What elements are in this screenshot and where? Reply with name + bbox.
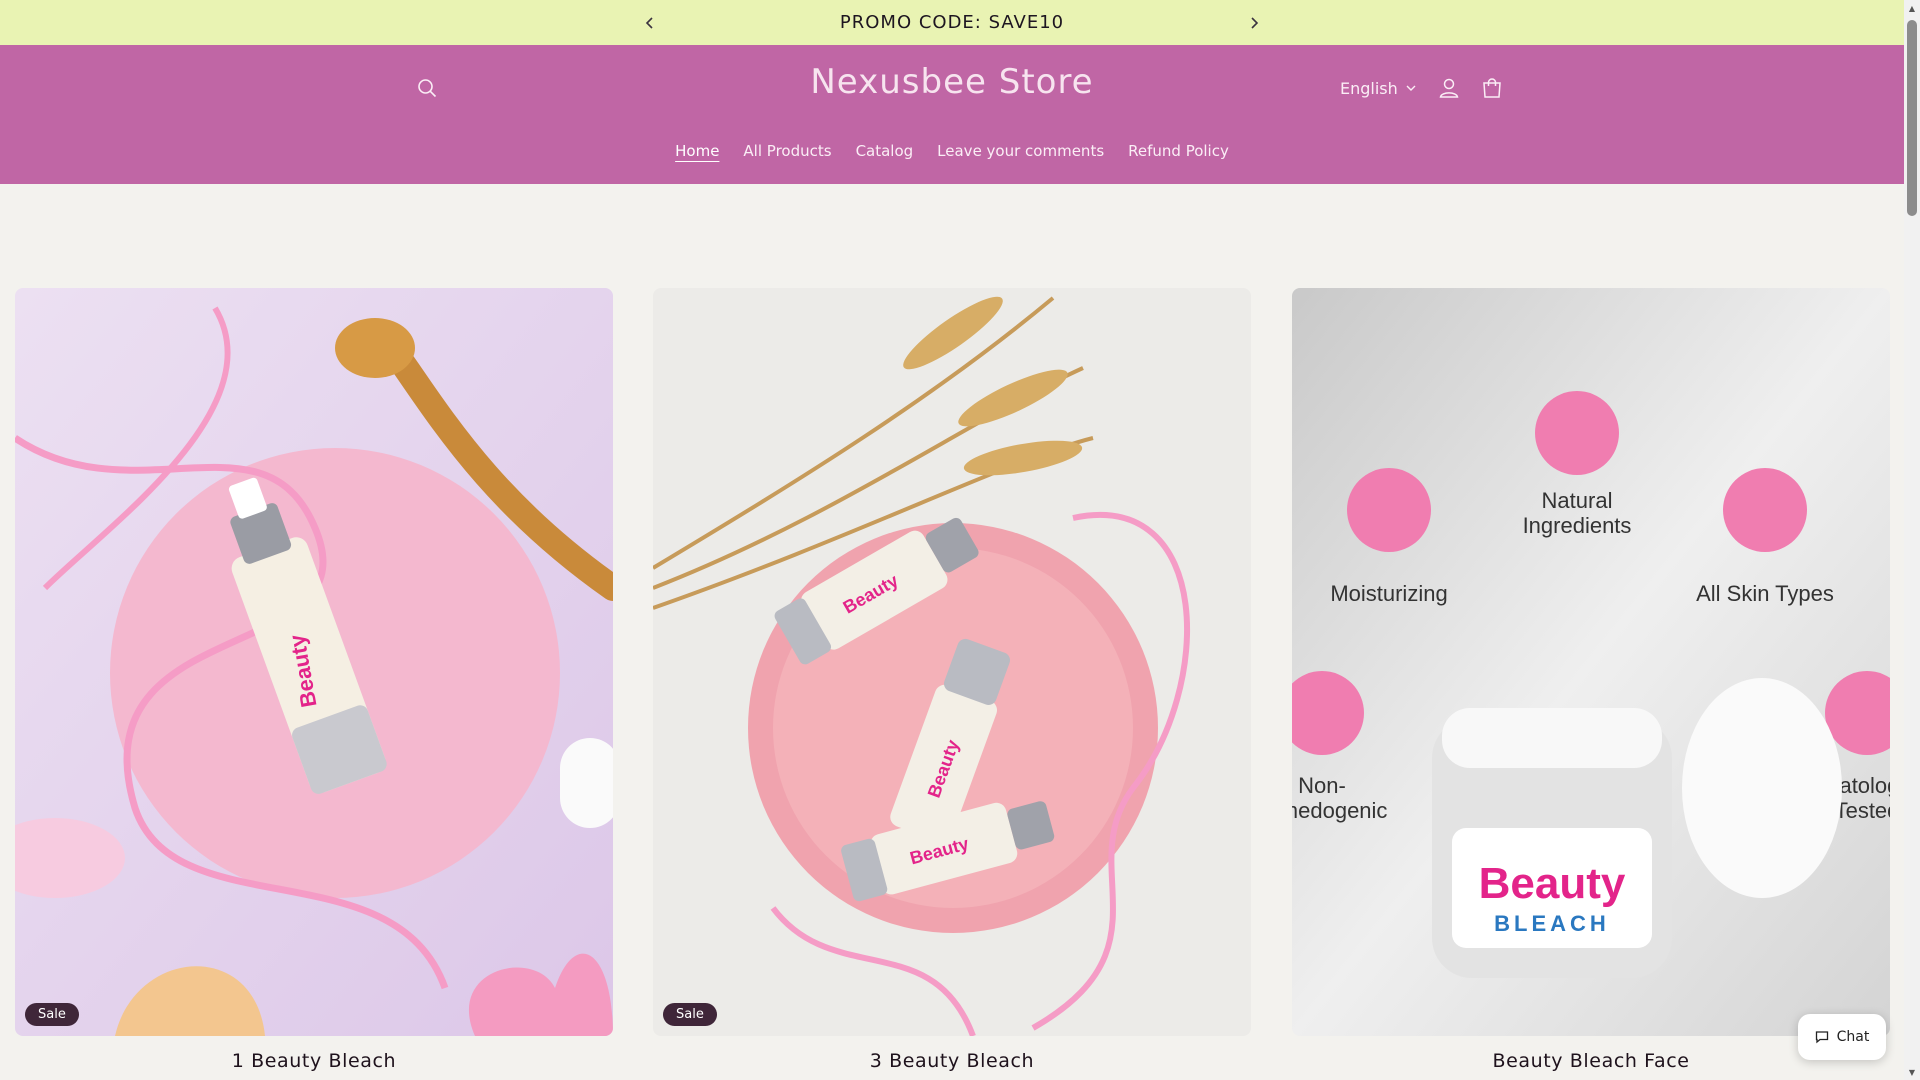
nav-item-comments[interactable]: Leave your comments: [937, 138, 1104, 164]
header-top: Nexusbee Store English: [0, 45, 1904, 131]
sale-badge: Sale: [25, 1003, 79, 1026]
chevron-right-icon: [1251, 16, 1259, 29]
announcement-text: PROMO CODE: SAVE10: [839, 12, 1065, 33]
svg-text:Tested: Tested: [1835, 798, 1890, 823]
nav-item-home[interactable]: Home: [675, 138, 719, 164]
feature-natural-ingredients: Natural: [1542, 488, 1613, 513]
account-icon: [1439, 78, 1459, 98]
feature-moisturizing: Moisturizing: [1330, 581, 1447, 606]
svg-text:BLEACH: BLEACH: [1494, 911, 1610, 936]
scroll-down-arrow[interactable]: ▼: [1904, 1064, 1920, 1080]
feature-all-skin-types: All Skin Types: [1696, 581, 1834, 606]
svg-text:comedogenic: comedogenic: [1292, 798, 1387, 823]
announcement-next-button[interactable]: [1232, 1, 1276, 45]
product-card[interactable]: Natural Ingredients Moisturizing All Ski…: [1292, 288, 1890, 1078]
site-header: Nexusbee Store English Home All Products…: [0, 45, 1904, 184]
nav-item-all-products[interactable]: All Products: [743, 138, 831, 164]
chat-button[interactable]: Chat: [1798, 1014, 1886, 1060]
chevron-left-icon: [645, 16, 653, 29]
product-card[interactable]: Beauty Sale 1 Beauty Bleach: [15, 288, 613, 1078]
announcement-bar: PROMO CODE: SAVE10: [0, 0, 1904, 45]
scroll-up-arrow[interactable]: ▲: [1904, 0, 1920, 16]
nav-item-catalog[interactable]: Catalog: [856, 138, 914, 164]
scroll-thumb[interactable]: [1907, 20, 1917, 216]
feature-non-comedogenic: Non-: [1298, 773, 1346, 798]
language-label: English: [1340, 78, 1398, 98]
svg-text:Ingredients: Ingredients: [1523, 513, 1632, 538]
cart-icon: [1483, 78, 1501, 98]
nav-item-refund-policy[interactable]: Refund Policy: [1128, 138, 1229, 164]
chat-icon: [1815, 1031, 1828, 1044]
product-name[interactable]: 1 Beauty Bleach: [15, 1050, 613, 1072]
page-scrollbar[interactable]: ▲ ▼: [1904, 0, 1920, 1080]
chat-label: Chat: [1836, 1029, 1870, 1045]
product-name[interactable]: 3 Beauty Bleach: [653, 1050, 1251, 1072]
sale-badge: Sale: [663, 1003, 717, 1026]
product-image: Beauty Sale: [15, 288, 613, 1036]
chevron-down-icon: [1406, 85, 1416, 91]
main-nav: Home All Products Catalog Leave your com…: [0, 131, 1904, 171]
product-image: Beauty Beauty Beauty Sale: [653, 288, 1251, 1036]
language-selector[interactable]: English: [1340, 74, 1416, 102]
store-title[interactable]: Nexusbee Store: [0, 62, 1904, 102]
account-button[interactable]: [1427, 66, 1471, 110]
announcement-prev-button[interactable]: [628, 1, 672, 45]
product-card[interactable]: Beauty Beauty Beauty Sale 3 Beauty Bleac…: [653, 288, 1251, 1078]
brand-logo-text: Beauty: [1479, 859, 1626, 908]
cart-button[interactable]: [1470, 66, 1514, 110]
product-image: Natural Ingredients Moisturizing All Ski…: [1292, 288, 1890, 1036]
